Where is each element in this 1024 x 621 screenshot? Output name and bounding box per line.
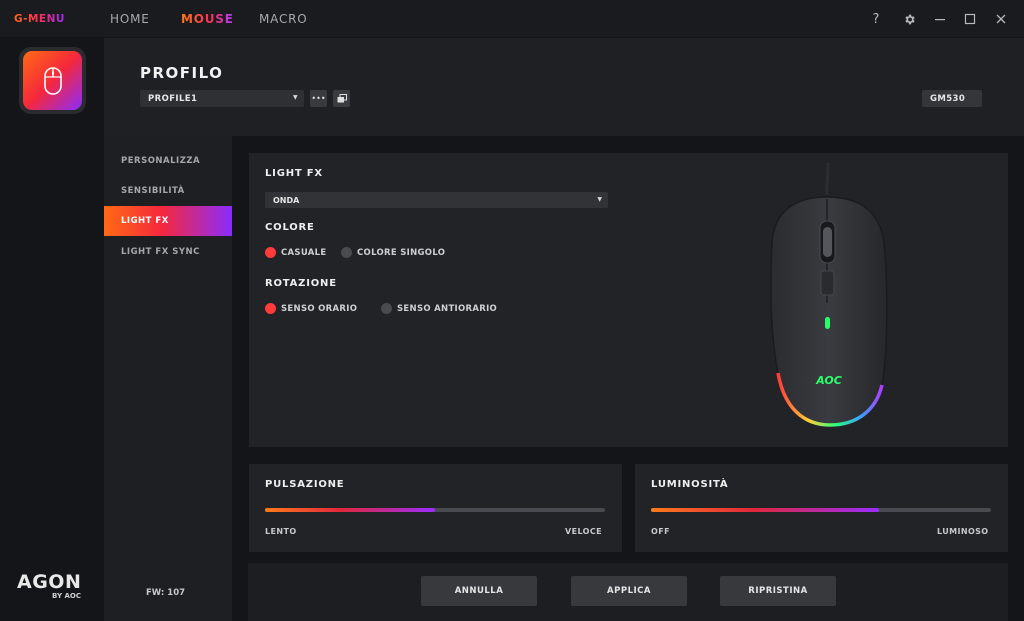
copy-icon (337, 94, 347, 103)
pulse-slider[interactable] (265, 508, 605, 512)
close-button[interactable] (992, 10, 1010, 28)
profile-select[interactable]: PROFILE1 ▼ (140, 90, 304, 107)
cancel-button[interactable]: ANNULLA (421, 576, 537, 606)
nav-macro[interactable]: MACRO (259, 12, 308, 26)
color-title: COLORE (265, 222, 315, 233)
nav-mouse[interactable]: MOUSE (181, 12, 234, 26)
radio-dot-selected (265, 247, 276, 258)
title-bar: G-MENU HOME MOUSE MACRO ? (0, 0, 1024, 38)
sidebar-item-light-fx-sync[interactable]: LIGHT FX SYNC (104, 237, 232, 267)
radio-dot-selected (265, 303, 276, 314)
minimize-icon (935, 19, 945, 21)
more-icon: ••• (311, 94, 326, 103)
left-rail (0, 38, 104, 621)
pulse-title: PULSAZIONE (265, 479, 345, 490)
help-icon: ? (872, 11, 880, 27)
firmware-version: FW: 107 (146, 588, 186, 598)
radio-dot (381, 303, 392, 314)
device-tile[interactable] (19, 47, 86, 114)
chevron-down-icon: ▼ (292, 94, 298, 101)
pulse-max-label: VELOCE (565, 527, 603, 536)
brightness-slider[interactable] (651, 508, 991, 512)
pulse-min-label: LENTO (265, 527, 297, 536)
mouse-icon (43, 66, 62, 95)
apply-button[interactable]: APPLICA (571, 576, 687, 606)
profile-copy-button[interactable] (333, 90, 350, 107)
reset-button[interactable]: RIPRISTINA (720, 576, 836, 606)
device-tile-bg (23, 51, 82, 110)
rotation-title: ROTAZIONE (265, 278, 337, 289)
mouse-preview: AOC (770, 163, 888, 427)
radio-colore-singolo[interactable]: COLORE SINGOLO (341, 247, 445, 258)
gear-icon (904, 14, 915, 24)
sidebar-item-light-fx[interactable]: LIGHT FX (104, 206, 232, 236)
light-fx-title: LIGHT FX (265, 168, 323, 179)
radio-senso-antiorario[interactable]: SENSO ANTIORARIO (381, 303, 497, 314)
profile-header (104, 38, 1024, 136)
profile-select-value: PROFILE1 (148, 94, 198, 104)
pulse-slider-fill (265, 508, 435, 512)
effect-select-value: ONDA (273, 196, 300, 205)
mouse-logo-text: AOC (815, 374, 842, 387)
chevron-down-icon: ▼ (597, 196, 602, 203)
help-button[interactable]: ? (867, 10, 885, 28)
radio-label: CASUALE (281, 247, 327, 258)
brightness-slider-fill (651, 508, 879, 512)
sidebar-item-sensibilita[interactable]: SENSIBILITÀ (104, 176, 232, 206)
maximize-button[interactable] (961, 10, 979, 28)
effect-select[interactable]: ONDA ▼ (265, 192, 608, 208)
radio-casuale[interactable]: CASUALE (265, 247, 326, 258)
app-logo: G-MENU (14, 13, 65, 25)
brightness-max-label: LUMINOSO (937, 527, 989, 536)
minimize-button[interactable] (931, 10, 949, 28)
model-badge: GM530 (922, 90, 982, 107)
radio-label: COLORE SINGOLO (357, 247, 446, 258)
close-icon (996, 14, 1006, 24)
settings-button[interactable] (900, 10, 918, 28)
agon-logo: AGON (17, 571, 82, 593)
brightness-title: LUMINOSITÀ (651, 479, 729, 490)
radio-label: SENSO ORARIO (281, 303, 358, 314)
profile-more-button[interactable]: ••• (310, 90, 327, 107)
by-aoc-logo: BY AOC (52, 592, 81, 600)
radio-dot (341, 247, 352, 258)
nav-home[interactable]: HOME (110, 12, 150, 26)
radio-label: SENSO ANTIORARIO (397, 303, 498, 314)
radio-senso-orario[interactable]: SENSO ORARIO (265, 303, 357, 314)
maximize-icon (964, 13, 976, 25)
sidebar-item-personalizza[interactable]: PERSONALIZZA (104, 146, 232, 176)
page-title: PROFILO (140, 64, 224, 82)
brightness-min-label: OFF (651, 527, 670, 536)
